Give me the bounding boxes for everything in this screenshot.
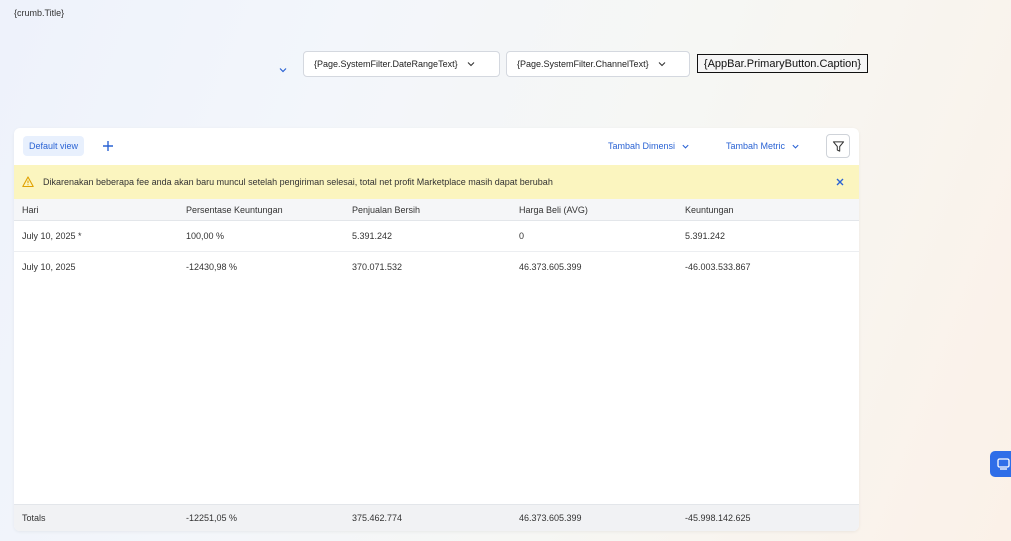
table-cell: 5.391.242	[685, 231, 726, 241]
add-metric-label: Tambah Metric	[726, 141, 786, 151]
warning-banner: Dikarenakan beberapa fee anda akan baru …	[14, 165, 859, 199]
filter-button[interactable]	[826, 134, 850, 158]
column-header[interactable]: Harga Beli (AVG)	[519, 205, 588, 215]
default-view-tab[interactable]: Default view	[23, 136, 85, 156]
chevron-down-icon	[658, 62, 665, 67]
close-icon[interactable]	[834, 176, 846, 188]
warning-icon	[22, 176, 34, 188]
totals-row: Totals -12251,05 % 375.462.774 46.373.60…	[14, 504, 859, 531]
table-cell: July 10, 2025	[22, 262, 76, 272]
totals-label: Totals	[22, 513, 46, 523]
chevron-down-icon	[792, 144, 799, 149]
totals-cell: -45.998.142.625	[685, 513, 751, 523]
warning-message: Dikarenakan beberapa fee anda akan baru …	[43, 177, 553, 187]
table-row: July 10, 2025 * 100,00 % 5.391.242 0 5.3…	[14, 221, 859, 252]
table-cell: 5.391.242	[352, 231, 393, 241]
add-dimension-label: Tambah Dimensi	[608, 141, 676, 151]
date-range-filter[interactable]: {Page.SystemFilter.DateRangeText}	[303, 51, 500, 77]
add-view-icon[interactable]	[101, 139, 115, 153]
column-header[interactable]: Hari	[22, 205, 39, 215]
totals-cell: 46.373.605.399	[519, 513, 582, 523]
table-row: July 10, 2025 -12430,98 % 370.071.532 46…	[14, 252, 859, 283]
report-card: Default view Tambah Dimensi Tambah Metri…	[14, 128, 859, 531]
report-toolbar: Default view Tambah Dimensi Tambah Metri…	[14, 128, 859, 165]
breadcrumb: {crumb.Title}	[14, 8, 65, 18]
table-cell: 0	[519, 231, 525, 241]
primary-button[interactable]: {AppBar.PrimaryButton.Caption}	[697, 54, 868, 73]
table-cell: 46.373.605.399	[519, 262, 582, 272]
chevron-down-icon	[467, 62, 474, 67]
chevron-down-icon	[682, 144, 689, 149]
date-range-label: {Page.SystemFilter.DateRangeText}	[314, 59, 458, 69]
chat-button[interactable]	[990, 451, 1011, 477]
column-header[interactable]: Penjualan Bersih	[352, 205, 420, 215]
table-header: Hari Persentase Keuntungan Penjualan Ber…	[14, 199, 859, 221]
column-header[interactable]: Persentase Keuntungan	[186, 205, 283, 215]
add-metric-button[interactable]: Tambah Metric	[726, 141, 800, 151]
chevron-down-icon[interactable]	[277, 64, 289, 76]
channel-label: {Page.SystemFilter.ChannelText}	[517, 59, 649, 69]
table-cell: -46.003.533.867	[685, 262, 751, 272]
table-cell: -12430,98 %	[186, 262, 238, 272]
channel-filter[interactable]: {Page.SystemFilter.ChannelText}	[506, 51, 690, 77]
chat-icon	[997, 458, 1010, 470]
totals-cell: 375.462.774	[352, 513, 403, 523]
column-header[interactable]: Keuntungan	[685, 205, 734, 215]
table-cell: July 10, 2025 *	[22, 231, 82, 241]
table-cell: 100,00 %	[186, 231, 225, 241]
add-dimension-button[interactable]: Tambah Dimensi	[608, 141, 690, 151]
funnel-icon	[832, 140, 844, 152]
totals-cell: -12251,05 %	[186, 513, 238, 523]
table-cell: 370.071.532	[352, 262, 403, 272]
